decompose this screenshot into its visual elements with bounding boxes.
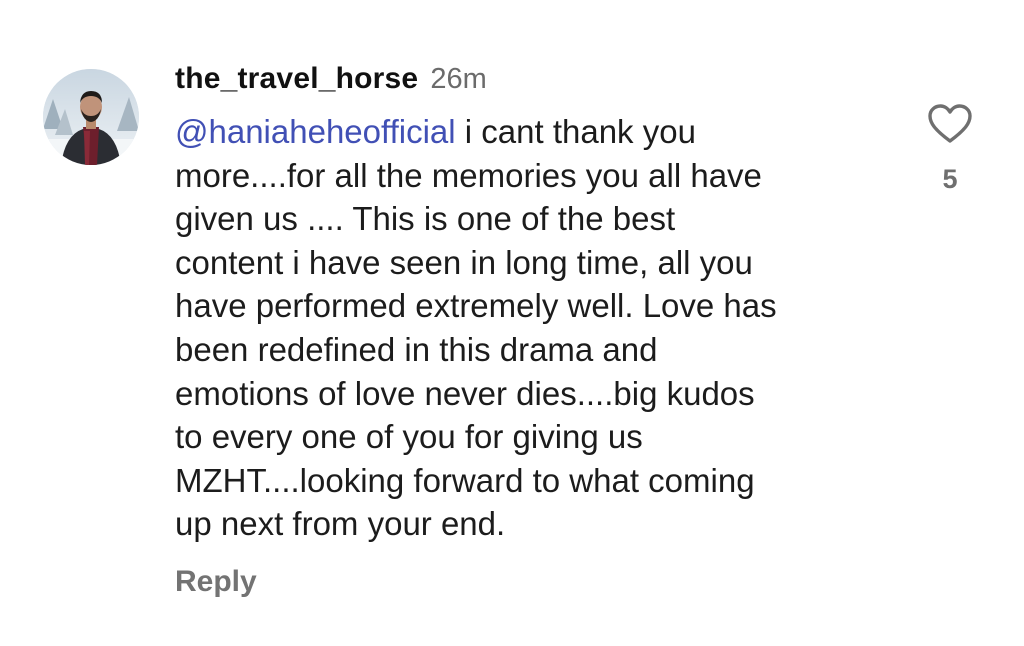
comment-message: i cant thank you more....for all the mem…	[175, 113, 777, 543]
mention-link[interactable]: @haniaheheofficial	[175, 113, 456, 150]
comment-header: the_travel_horse 26m	[175, 62, 895, 102]
avatar-image	[43, 69, 139, 165]
like-section: 5	[924, 103, 976, 195]
heart-outline-icon[interactable]	[927, 103, 973, 150]
like-count: 5	[942, 164, 958, 194]
username[interactable]: the_travel_horse	[175, 62, 418, 96]
comment-text: @haniaheheofficial i cant thank you more…	[175, 110, 895, 546]
reply-button[interactable]: Reply	[175, 565, 257, 599]
timestamp: 26m	[430, 63, 487, 95]
avatar[interactable]	[43, 69, 139, 165]
comment-item: the_travel_horse 26m @haniaheheofficial …	[0, 0, 1024, 646]
comment-body: the_travel_horse 26m @haniaheheofficial …	[175, 62, 895, 546]
